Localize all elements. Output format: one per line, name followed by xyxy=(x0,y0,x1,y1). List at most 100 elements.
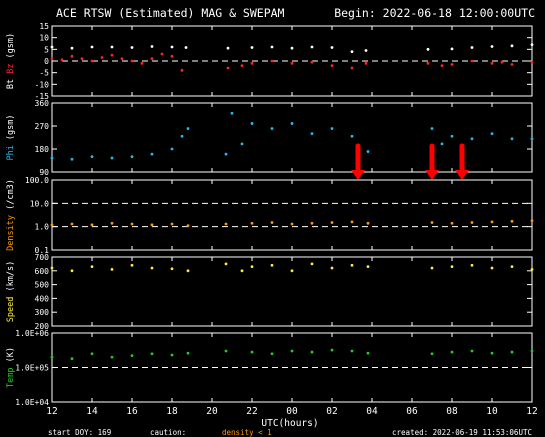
bt-bz-bz-point xyxy=(90,59,94,63)
phi-phi-point xyxy=(310,132,314,136)
speed-speed-point xyxy=(70,269,74,273)
bt-bz-bz-point xyxy=(490,61,494,65)
bt-bz-bt-point xyxy=(170,45,174,49)
bt-bz-bt-point xyxy=(530,43,534,47)
x-tick-label: 00 xyxy=(286,406,298,417)
bt-bz-bt-point xyxy=(70,46,74,50)
temp-temp-point xyxy=(490,351,494,355)
phi-phi-point xyxy=(290,122,294,125)
temp-temp-point xyxy=(330,348,334,352)
bt-bz-bz-point xyxy=(440,64,444,68)
phi-phi-point xyxy=(450,134,454,138)
bt-bz-bt-point xyxy=(90,45,94,49)
speed-speed-point xyxy=(450,265,454,269)
speed-speed-point xyxy=(350,263,354,267)
bt-bz-y-axis-label-part: Bt xyxy=(6,79,16,89)
bt-bz-bz-point xyxy=(470,59,474,63)
speed-speed-point xyxy=(470,263,474,267)
speed-speed-point xyxy=(130,263,134,267)
bt-bz-bz-point xyxy=(330,64,334,68)
bt-bz-bz-point xyxy=(50,57,54,61)
phi-ytick-label: 180 xyxy=(35,145,50,154)
bt-bz-ytick-label: 0 xyxy=(44,57,49,66)
temp-temp-point xyxy=(430,352,434,356)
bt-bz-bz-point xyxy=(500,60,504,64)
bt-bz-bz-point xyxy=(160,52,164,56)
density-ytick-label: 10.0 xyxy=(30,199,49,208)
phi-phi-point xyxy=(470,137,474,141)
phi-phi-point xyxy=(350,134,354,138)
speed-y-axis-label: Speed (km/s) xyxy=(6,261,16,322)
speed-speed-point xyxy=(50,266,54,270)
phi-phi-point xyxy=(330,127,334,130)
bt-bz-bz-point xyxy=(290,61,294,65)
bt-bz-bz-point xyxy=(130,59,134,63)
bt-bz-bt-point xyxy=(130,46,134,49)
x-tick-label: 10 xyxy=(486,406,498,417)
bt-bz-bz-point xyxy=(310,60,314,64)
x-tick-label: 18 xyxy=(166,406,178,417)
speed-speed-point xyxy=(490,266,494,270)
density-density-point xyxy=(450,221,454,225)
density-ytick-label: 100.0 xyxy=(25,176,49,185)
density-density-point xyxy=(510,219,514,223)
speed-speed-point xyxy=(170,267,174,271)
phi-ytick-label: 360 xyxy=(35,99,50,108)
bt-bz-bz-point xyxy=(364,61,368,65)
density-density-point xyxy=(270,221,274,224)
temp-temp-point xyxy=(90,352,94,356)
bt-bz-bt-point xyxy=(510,44,514,48)
x-tick-label: 20 xyxy=(206,406,218,417)
density-density-point xyxy=(170,222,174,226)
bt-bz-bt-point xyxy=(150,45,154,48)
bt-bz-bt-point xyxy=(310,45,314,49)
phi-phi-point xyxy=(186,127,190,130)
temp-temp-point xyxy=(250,350,254,354)
phi-phi-point xyxy=(250,122,254,125)
bt-bz-bz-point xyxy=(140,61,144,65)
bt-bz-bz-point xyxy=(240,64,244,68)
footer-caution-value: density < 1 xyxy=(222,428,272,437)
density-ytick-label: 1.0 xyxy=(35,223,50,232)
phi-phi-point xyxy=(50,156,54,160)
density-density-point xyxy=(90,223,94,227)
phi-y-axis-label-part: (gsm) xyxy=(6,114,16,145)
phi-phi-point xyxy=(240,142,244,146)
bt-bz-bz-point xyxy=(226,66,230,70)
bt-bz-bt-point xyxy=(364,49,368,52)
footer-created: created: 2022-06-19 11:53:06UTC xyxy=(392,428,532,437)
temp-ytick-label: 1.0E+05 xyxy=(15,364,49,373)
chart-background xyxy=(0,0,545,437)
phi-phi-point xyxy=(90,155,94,159)
x-tick-label: 14 xyxy=(86,406,98,417)
bt-bz-bz-point xyxy=(530,60,534,64)
density-density-point xyxy=(70,222,74,226)
density-density-point xyxy=(430,221,434,224)
speed-ytick-label: 600 xyxy=(35,267,50,276)
temp-temp-point xyxy=(310,350,314,354)
bt-bz-bt-point xyxy=(50,45,54,49)
temp-ytick-label: 1.0E+04 xyxy=(15,398,49,407)
speed-speed-point xyxy=(530,268,534,271)
speed-ytick-label: 300 xyxy=(35,308,50,317)
bt-bz-bt-point xyxy=(330,46,334,49)
speed-speed-point xyxy=(290,269,294,273)
density-density-point xyxy=(110,221,114,225)
bt-bz-bt-point xyxy=(426,47,430,51)
speed-speed-point xyxy=(240,269,244,273)
temp-y-axis-label-part: Temp xyxy=(6,368,16,388)
bt-bz-bt-point xyxy=(490,45,494,48)
phi-y-axis-label: Phi (gsm) xyxy=(6,114,16,160)
speed-speed-point xyxy=(510,265,514,269)
temp-temp-point xyxy=(450,350,454,354)
phi-phi-point xyxy=(70,157,74,161)
bt-bz-bz-point xyxy=(510,63,514,66)
speed-speed-point xyxy=(186,269,190,273)
density-density-point xyxy=(530,219,534,223)
bt-bz-bz-point xyxy=(100,56,104,59)
phi-y-axis-label-part: Phi xyxy=(6,145,16,160)
temp-temp-point xyxy=(170,353,174,357)
density-density-point xyxy=(224,222,228,226)
density-y-axis-label: Density (/cm3) xyxy=(6,179,16,251)
x-tick-label: 04 xyxy=(366,406,378,417)
